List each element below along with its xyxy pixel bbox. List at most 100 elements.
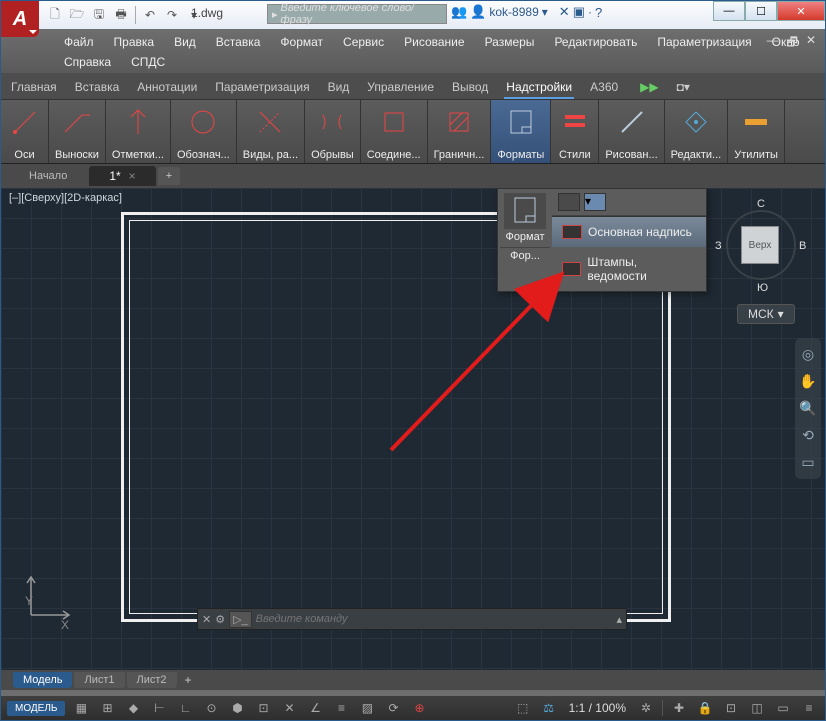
status-snap-icon[interactable]: ⊞ xyxy=(97,699,117,717)
status-isolate-icon[interactable]: ◫ xyxy=(747,699,767,717)
panel-marks[interactable]: Отметки... xyxy=(106,100,171,163)
mdi-restore[interactable]: 🗗 xyxy=(784,33,801,54)
status-iso-icon[interactable]: ⬢ xyxy=(227,699,247,717)
menu-draw[interactable]: Рисование xyxy=(401,33,467,51)
add-layout-tab[interactable]: + xyxy=(179,671,198,689)
panel-editing[interactable]: Редакти... xyxy=(665,100,729,163)
ribbon-options-icon[interactable]: ◘▾ xyxy=(675,77,692,99)
status-customize-icon[interactable]: ≡ xyxy=(799,699,819,717)
status-gear-icon[interactable]: ✲ xyxy=(636,699,656,717)
panel-views[interactable]: Виды, ра... xyxy=(237,100,305,163)
help-search-input[interactable]: Введите ключевое слово/фразу xyxy=(267,4,447,24)
new-doc-tab[interactable]: + xyxy=(158,167,180,185)
panel-styles[interactable]: Стили xyxy=(551,100,599,163)
status-dynamic-icon[interactable]: ⊢ xyxy=(149,699,169,717)
drawing-canvas[interactable]: [–][Сверху][2D-каркас] Y X Формат Фор...… xyxy=(1,188,825,670)
viewcube-w[interactable]: З xyxy=(715,240,722,252)
status-annoscale-icon[interactable]: ⚖ xyxy=(539,699,559,717)
nav-orbit-icon[interactable]: ⟲ xyxy=(802,427,814,444)
format-option-2[interactable]: ▾ xyxy=(584,193,606,211)
menu-format[interactable]: Формат xyxy=(277,33,326,51)
panel-formats[interactable]: Форматы xyxy=(491,100,551,163)
panel-axes[interactable]: Оси xyxy=(1,100,49,163)
status-clean-icon[interactable]: ▭ xyxy=(773,699,793,717)
help-icon[interactable]: ? xyxy=(595,5,602,20)
doc-tab-current[interactable]: 1*× xyxy=(89,166,155,186)
minimize-button[interactable]: — xyxy=(713,1,745,21)
tab-model[interactable]: Модель xyxy=(13,672,72,688)
redo-icon[interactable]: ↷ xyxy=(162,5,182,25)
status-otrack-icon[interactable]: ∠ xyxy=(305,699,325,717)
open-icon[interactable]: 🗁 xyxy=(67,5,87,25)
tab-parametric[interactable]: Параметризация xyxy=(213,77,311,99)
status-model-button[interactable]: МОДЕЛЬ xyxy=(7,701,65,716)
cloud-icon[interactable]: ▣ xyxy=(573,4,585,20)
menu-stamps[interactable]: Штампы, ведомости xyxy=(552,247,706,291)
tab-home[interactable]: Главная xyxy=(9,77,59,99)
nav-pan-icon[interactable]: ✋ xyxy=(799,373,816,390)
tab-annotate[interactable]: Аннотации xyxy=(135,77,199,99)
menu-parametric[interactable]: Параметризация xyxy=(654,33,754,51)
print-icon[interactable]: 🖶 xyxy=(111,5,131,25)
status-polar-icon[interactable]: ⊙ xyxy=(201,699,221,717)
menu-modify[interactable]: Редактировать xyxy=(551,33,640,51)
cmdline-close-icon[interactable]: ✕ xyxy=(202,613,211,626)
mdi-minimize[interactable]: — xyxy=(764,33,782,54)
undo-icon[interactable]: ↶ xyxy=(140,5,160,25)
tab-view[interactable]: Вид xyxy=(326,77,352,99)
featured-apps-icon[interactable]: ▶▶ xyxy=(638,77,660,99)
tab-layout1[interactable]: Лист1 xyxy=(74,672,124,688)
panel-drawing[interactable]: Рисован... xyxy=(599,100,664,163)
panel-utilities[interactable]: Утилиты xyxy=(728,100,785,163)
viewcube[interactable]: Верх С Ю З В МСК▾ xyxy=(721,200,801,300)
format-option-1[interactable] xyxy=(558,193,580,211)
user-area[interactable]: 👥 👤 kok-8989 ▾ ✕ ▣ · ? xyxy=(451,4,602,20)
status-osnap-icon[interactable]: ⊡ xyxy=(253,699,273,717)
new-icon[interactable]: 🗋 xyxy=(45,5,65,25)
save-icon[interactable]: 🖫 xyxy=(89,5,109,25)
nav-showmotion-icon[interactable]: ▭ xyxy=(801,454,814,471)
tab-output[interactable]: Вывод xyxy=(450,77,490,99)
format-main-button[interactable] xyxy=(504,193,546,229)
tab-addins[interactable]: Надстройки xyxy=(504,77,574,99)
panel-hatching[interactable]: Граничн... xyxy=(428,100,492,163)
menu-insert[interactable]: Вставка xyxy=(213,33,264,51)
doc-tab-start[interactable]: Начало xyxy=(9,167,87,185)
nav-zoom-icon[interactable]: 🔍 xyxy=(799,400,816,417)
status-lineweight-icon[interactable]: ≡ xyxy=(331,699,351,717)
status-annomonitor-icon[interactable]: ⊕ xyxy=(409,699,429,717)
nav-wheel-icon[interactable]: ◎ xyxy=(802,346,814,363)
cmdline-history-icon[interactable]: ▴ xyxy=(616,613,622,626)
app-logo-menu[interactable]: A xyxy=(1,1,39,37)
menu-title-block[interactable]: Основная надпись xyxy=(552,217,706,247)
status-scale-value[interactable]: 1:1 / 100% xyxy=(565,701,630,715)
menu-view[interactable]: Вид xyxy=(171,33,199,51)
user-dropdown-icon[interactable]: ▾ xyxy=(542,5,548,19)
panel-breaks[interactable]: Обрывы xyxy=(305,100,361,163)
status-grid-icon[interactable]: ▦ xyxy=(71,699,91,717)
exchange-icon[interactable]: ✕ xyxy=(559,4,570,20)
tab-a360[interactable]: A360 xyxy=(588,77,620,99)
status-infer-icon[interactable]: ◆ xyxy=(123,699,143,717)
viewcube-s[interactable]: Ю xyxy=(757,282,768,294)
status-hardware-icon[interactable]: ⊡ xyxy=(721,699,741,717)
panel-connections[interactable]: Соедине... xyxy=(361,100,428,163)
cmdline-customize-icon[interactable]: ⚙ xyxy=(215,613,225,626)
viewport-controls[interactable]: [–][Сверху][2D-каркас] xyxy=(9,192,122,204)
viewcube-e[interactable]: В xyxy=(799,240,806,252)
viewcube-n[interactable]: С xyxy=(757,198,765,210)
menu-edit[interactable]: Правка xyxy=(111,33,158,51)
menu-dimension[interactable]: Размеры xyxy=(482,33,538,51)
panel-leaders[interactable]: Выноски xyxy=(49,100,106,163)
tab-layout2[interactable]: Лист2 xyxy=(127,672,177,688)
status-quickprops-icon[interactable]: ⬚ xyxy=(513,699,533,717)
status-cycling-icon[interactable]: ⟳ xyxy=(383,699,403,717)
status-3dosnap-icon[interactable]: ✕ xyxy=(279,699,299,717)
menu-help[interactable]: Справка xyxy=(61,53,114,71)
menu-tools[interactable]: Сервис xyxy=(340,33,387,51)
mdi-close[interactable]: ✕ xyxy=(803,33,819,54)
status-ortho-icon[interactable]: ∟ xyxy=(175,699,195,717)
viewcube-face[interactable]: Верх xyxy=(741,226,779,264)
menu-spds[interactable]: СПДС xyxy=(128,53,168,71)
status-lock-icon[interactable]: 🔒 xyxy=(695,699,715,717)
